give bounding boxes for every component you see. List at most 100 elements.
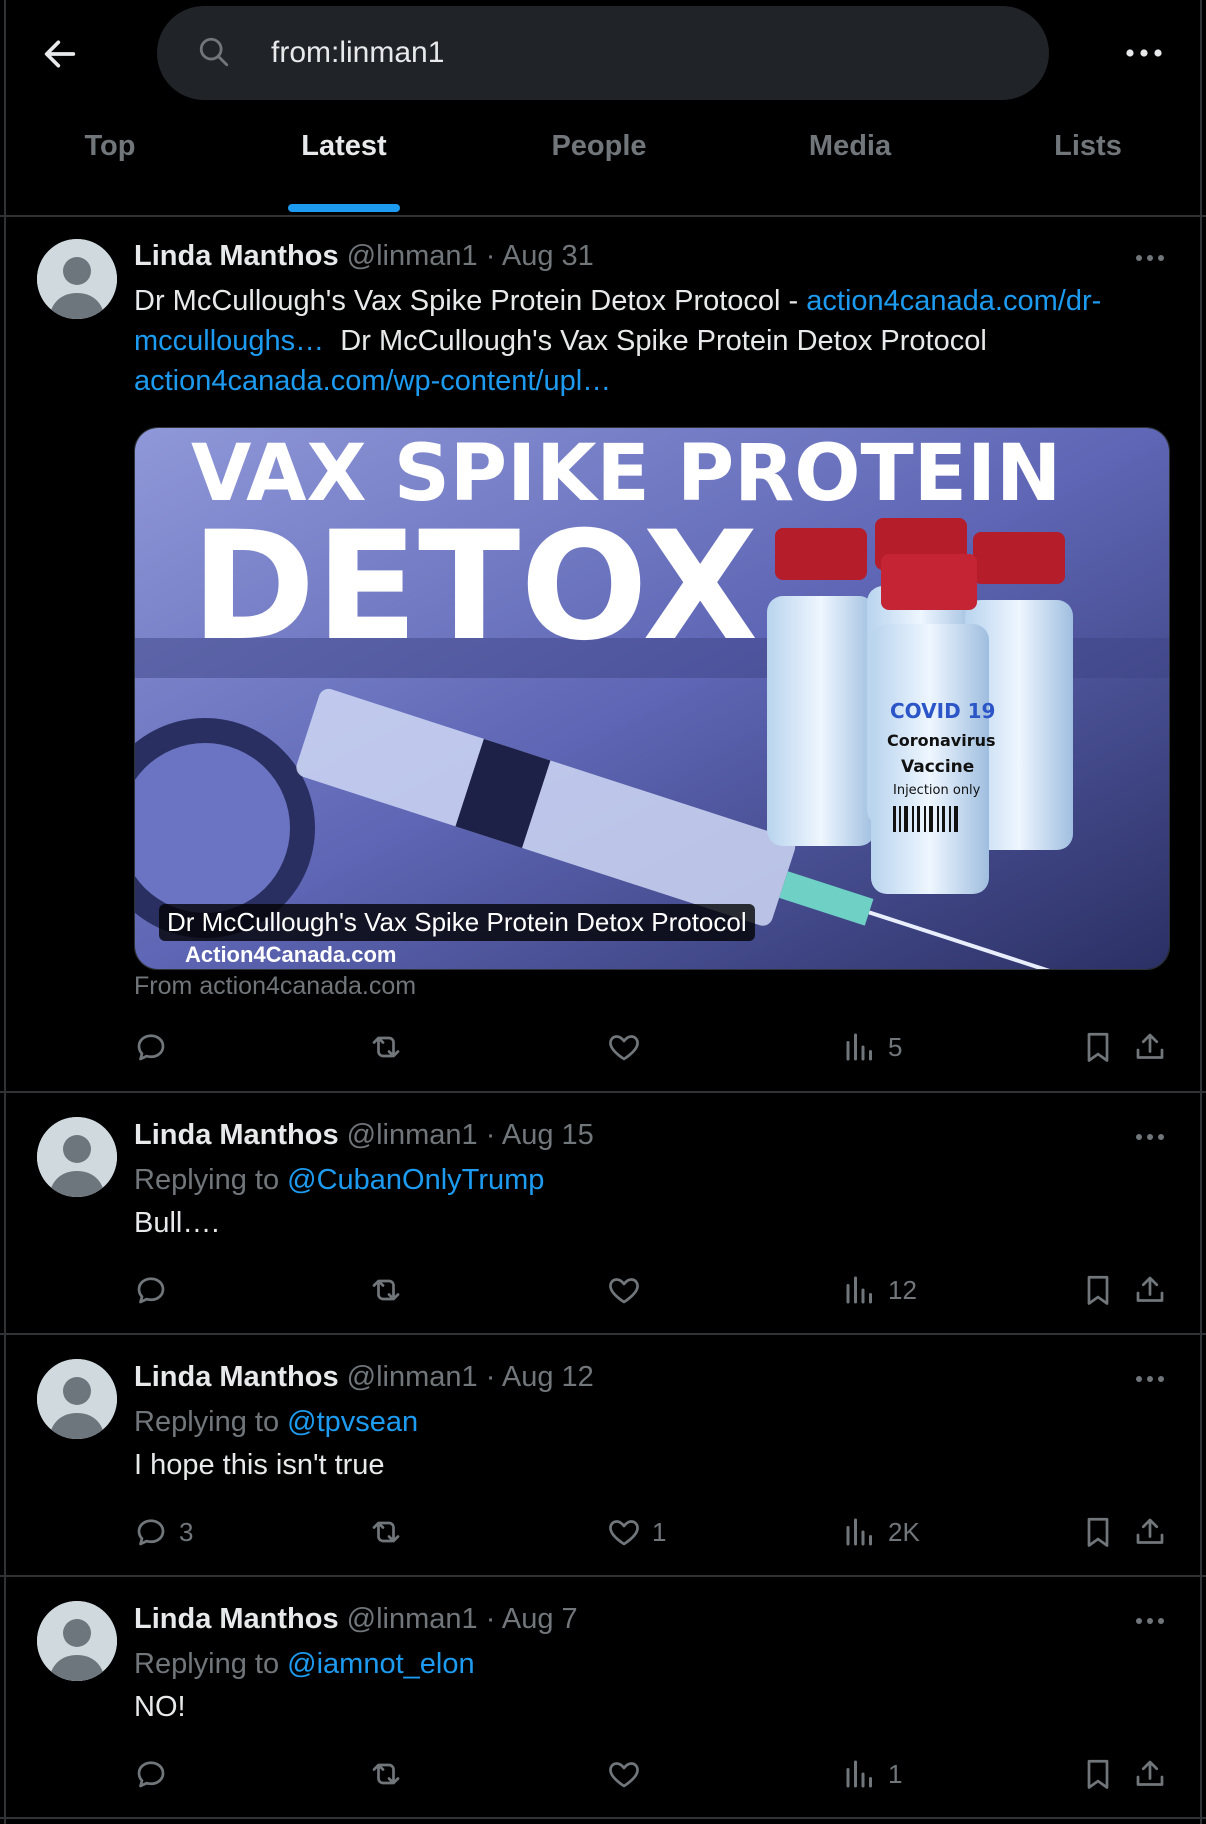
views-button[interactable]: 12 bbox=[842, 1270, 917, 1310]
author-handle[interactable]: @linman1 bbox=[347, 1361, 478, 1393]
share-button[interactable] bbox=[1132, 1512, 1168, 1552]
tweet-header: Linda Manthos @linman1 · Aug 12 bbox=[134, 1361, 594, 1394]
tab-top[interactable]: Top bbox=[60, 130, 160, 190]
retweet-button[interactable] bbox=[368, 1512, 404, 1552]
bookmark-icon bbox=[1087, 1759, 1109, 1789]
vial-label-3: Vaccine bbox=[901, 757, 974, 777]
tab-lists[interactable]: Lists bbox=[1040, 130, 1136, 190]
replying-to: Replying to @iamnot_elon bbox=[134, 1648, 475, 1681]
reply-count: 3 bbox=[179, 1516, 194, 1547]
avatar[interactable] bbox=[37, 1117, 117, 1197]
card-source[interactable]: From action4canada.com bbox=[134, 972, 416, 1001]
replying-to-handle[interactable]: @iamnot_elon bbox=[287, 1648, 474, 1680]
share-button[interactable] bbox=[1132, 1754, 1168, 1794]
heart-icon bbox=[609, 1278, 639, 1304]
back-arrow-icon[interactable] bbox=[40, 34, 80, 74]
vial-label-1: COVID 19 bbox=[890, 699, 995, 723]
replying-to: Replying to @CubanOnlyTrump bbox=[134, 1164, 544, 1197]
link-card-image[interactable]: VAX SPIKE PROTEIN DETOX COVID 19 Coronav… bbox=[134, 427, 1170, 970]
retweet-icon bbox=[372, 1036, 400, 1058]
author-name[interactable]: Linda Manthos bbox=[134, 240, 339, 272]
tweet-date[interactable]: Aug 15 bbox=[502, 1119, 594, 1151]
bookmark-button[interactable] bbox=[1080, 1027, 1116, 1067]
reply-button[interactable]: 3 bbox=[133, 1512, 193, 1552]
views-button[interactable]: 1 bbox=[842, 1754, 902, 1794]
views-button[interactable]: 2K bbox=[842, 1512, 920, 1552]
tweet-text: NO! bbox=[134, 1691, 186, 1723]
vaccine-photo: VAX SPIKE PROTEIN DETOX COVID 19 Coronav… bbox=[135, 428, 1169, 969]
retweet-button[interactable] bbox=[368, 1754, 404, 1794]
author-handle[interactable]: @linman1 bbox=[347, 1603, 478, 1635]
separator: · bbox=[485, 240, 496, 272]
like-button[interactable] bbox=[606, 1754, 652, 1794]
avatar[interactable] bbox=[37, 1601, 117, 1681]
tweet-date[interactable]: Aug 7 bbox=[502, 1603, 578, 1635]
bookmark-button[interactable] bbox=[1080, 1270, 1116, 1310]
tweet-text: Bull…. bbox=[134, 1207, 220, 1239]
reply-icon bbox=[137, 1034, 165, 1061]
author-name[interactable]: Linda Manthos bbox=[134, 1361, 339, 1393]
like-button[interactable] bbox=[606, 1027, 652, 1067]
tweet[interactable]: Linda Manthos @linman1 · Aug 31 Dr McCul… bbox=[0, 215, 1206, 1093]
replying-label: Replying to bbox=[134, 1164, 280, 1196]
retweet-button[interactable] bbox=[368, 1027, 404, 1067]
replying-label: Replying to bbox=[134, 1406, 280, 1438]
tweet-more-icon[interactable] bbox=[1134, 1616, 1166, 1626]
tab-media[interactable]: Media bbox=[790, 130, 910, 190]
tweet-more-icon[interactable] bbox=[1134, 1374, 1166, 1384]
tweet-more-icon[interactable] bbox=[1134, 253, 1166, 263]
replying-to: Replying to @tpvsean bbox=[134, 1406, 418, 1439]
search-header: from:linman1 Top Latest People Media Lis… bbox=[0, 0, 1206, 217]
reply-button[interactable] bbox=[133, 1754, 179, 1794]
tweet[interactable]: Linda Manthos @linman1 · Aug 15 Replying… bbox=[0, 1091, 1206, 1335]
heart-icon bbox=[609, 1035, 639, 1061]
tweet-text: I hope this isn't true bbox=[134, 1449, 385, 1481]
like-button[interactable] bbox=[606, 1270, 652, 1310]
like-button[interactable]: 1 bbox=[606, 1512, 666, 1552]
analytics-icon bbox=[846, 1518, 872, 1546]
tweet-date[interactable]: Aug 12 bbox=[502, 1361, 594, 1393]
tweet-text-line-1: Dr McCullough's Vax Spike Protein Detox … bbox=[134, 285, 1101, 318]
tweet-link[interactable]: mcculloughs… bbox=[134, 325, 324, 357]
search-query[interactable]: from:linman1 bbox=[271, 6, 444, 100]
author-name[interactable]: Linda Manthos bbox=[134, 1119, 339, 1151]
retweet-button[interactable] bbox=[368, 1270, 404, 1310]
avatar[interactable] bbox=[37, 1359, 117, 1439]
replying-to-handle[interactable]: @tpvsean bbox=[287, 1406, 418, 1438]
author-handle[interactable]: @linman1 bbox=[347, 1119, 478, 1151]
tweet-link[interactable]: action4canada.com/dr- bbox=[806, 285, 1101, 317]
tweet[interactable]: Linda Manthos @linman1 · Aug 12 Replying… bbox=[0, 1333, 1206, 1577]
view-count: 2K bbox=[888, 1516, 920, 1547]
search-input[interactable]: from:linman1 bbox=[157, 6, 1049, 100]
retweet-icon bbox=[372, 1279, 400, 1301]
separator: · bbox=[485, 1361, 496, 1393]
tweet-header: Linda Manthos @linman1 · Aug 31 bbox=[134, 240, 594, 273]
card-brand-logo: Action4Canada.com bbox=[185, 942, 397, 967]
vial-label-4: Injection only bbox=[893, 783, 981, 798]
author-handle[interactable]: @linman1 bbox=[347, 240, 478, 272]
tab-people[interactable]: People bbox=[530, 130, 668, 190]
reply-button[interactable] bbox=[133, 1027, 179, 1067]
heart-icon bbox=[609, 1762, 639, 1788]
reply-icon bbox=[137, 1519, 165, 1546]
more-options-icon[interactable] bbox=[1124, 40, 1164, 66]
avatar[interactable] bbox=[37, 239, 117, 319]
tab-latest[interactable]: Latest bbox=[280, 130, 408, 190]
tweet-actions: 1 bbox=[0, 1754, 1206, 1794]
tweet-more-icon[interactable] bbox=[1134, 1132, 1166, 1142]
tweet[interactable]: Linda Manthos @linman1 · Aug 7 Replying … bbox=[0, 1575, 1206, 1819]
bookmark-icon bbox=[1087, 1517, 1109, 1547]
tweet-actions: 3 1 2K bbox=[0, 1512, 1206, 1552]
reply-button[interactable] bbox=[133, 1270, 179, 1310]
tweet-link[interactable]: action4canada.com/wp-content/upl… bbox=[134, 365, 611, 397]
analytics-icon bbox=[846, 1033, 872, 1061]
bookmark-button[interactable] bbox=[1080, 1512, 1116, 1552]
share-button[interactable] bbox=[1132, 1027, 1168, 1067]
author-name[interactable]: Linda Manthos bbox=[134, 1603, 339, 1635]
views-button[interactable]: 5 bbox=[842, 1027, 902, 1067]
bookmark-button[interactable] bbox=[1080, 1754, 1116, 1794]
replying-to-handle[interactable]: @CubanOnlyTrump bbox=[287, 1164, 544, 1196]
like-count: 1 bbox=[652, 1516, 667, 1547]
tweet-date[interactable]: Aug 31 bbox=[502, 240, 594, 272]
share-button[interactable] bbox=[1132, 1270, 1168, 1310]
